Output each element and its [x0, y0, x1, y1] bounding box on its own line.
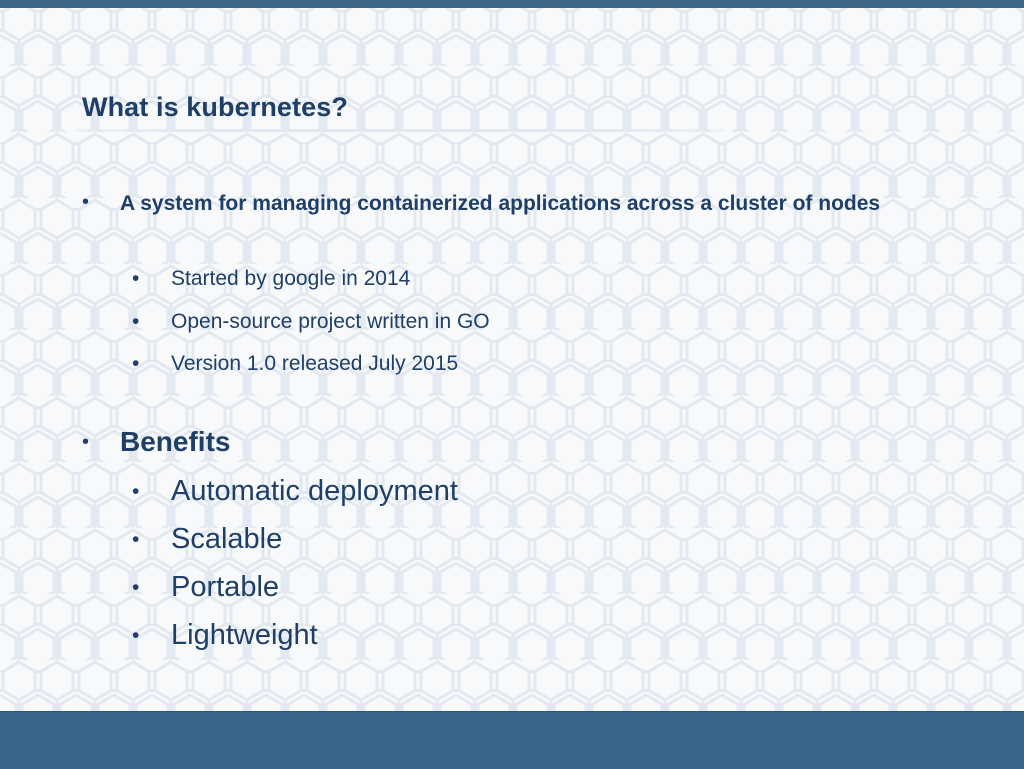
header-bar	[0, 0, 1024, 8]
title-underline	[76, 129, 724, 132]
sub-item-text: Automatic deployment	[171, 475, 458, 507]
sub-bullet: •	[132, 267, 140, 290]
sub-item-text: Lightweight	[171, 619, 318, 651]
sub-bullet: •	[132, 480, 140, 503]
bullet: •	[82, 191, 90, 213]
slide-title: What is kubernetes?	[82, 92, 348, 122]
sub-item-text: Portable	[171, 571, 280, 603]
sub-bullet: •	[132, 310, 140, 333]
sub-bullet: •	[132, 576, 140, 599]
sub-item-text: Version 1.0 released July 2015	[171, 352, 459, 375]
sub-bullet: •	[132, 352, 140, 375]
sub-bullet: •	[132, 528, 140, 551]
sub-item-text: Scalable	[171, 523, 283, 555]
bullet-item-text: Benefits	[120, 426, 231, 457]
bullet-item-text: A system for managing containerized appl…	[120, 192, 881, 215]
footer-bar	[0, 711, 1024, 769]
bullet: •	[82, 431, 90, 453]
sub-item-text: Open-source project written in GO	[171, 310, 490, 333]
sub-item-text: Started by google in 2014	[171, 267, 411, 290]
sub-bullet: •	[132, 624, 140, 647]
